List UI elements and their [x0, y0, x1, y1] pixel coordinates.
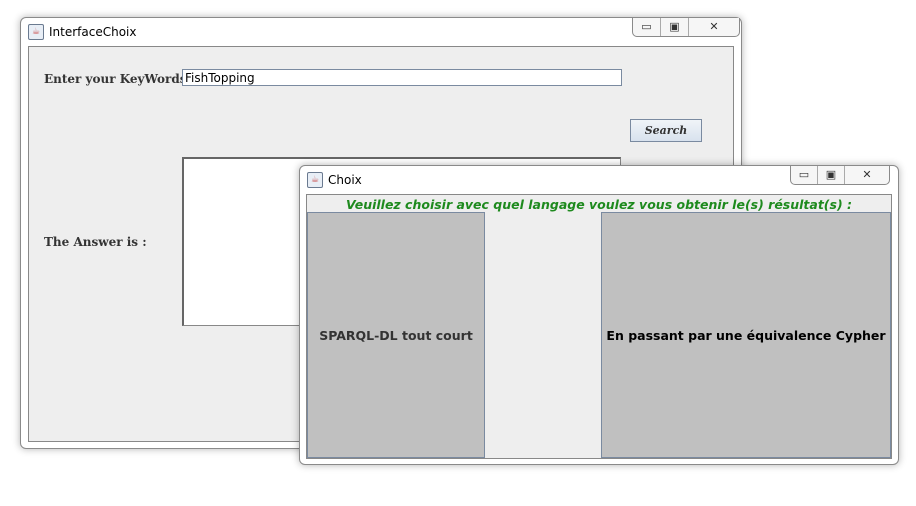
keywords-input[interactable] [182, 69, 622, 86]
sparql-dl-button[interactable]: SPARQL-DL tout court [307, 212, 485, 458]
cypher-button[interactable]: En passant par une équivalence Cypher [601, 212, 891, 458]
window-title: InterfaceChoix [49, 25, 137, 39]
choice-panel: Veuillez choisir avec quel langage voule… [306, 194, 892, 459]
minimize-button[interactable]: ▭ [633, 18, 661, 36]
window-title: Choix [328, 173, 362, 187]
choix-window: ☕ Choix ▭ ▣ ✕ Veuillez choisir avec quel… [299, 165, 899, 465]
minimize-button[interactable]: ▭ [791, 166, 818, 184]
close-button[interactable]: ✕ [845, 166, 889, 184]
keywords-label: Enter your KeyWords : [44, 72, 196, 86]
java-icon: ☕ [307, 172, 323, 188]
maximize-button[interactable]: ▣ [818, 166, 845, 184]
search-button[interactable]: Search [630, 119, 702, 142]
title-bar[interactable]: ☕ InterfaceChoix ▭ ▣ ✕ [21, 18, 741, 44]
close-button[interactable]: ✕ [689, 18, 739, 36]
choice-prompt: Veuillez choisir avec quel langage voule… [345, 197, 853, 212]
maximize-button[interactable]: ▣ [661, 18, 689, 36]
title-bar[interactable]: ☕ Choix ▭ ▣ ✕ [300, 166, 898, 192]
java-icon: ☕ [28, 24, 44, 40]
answer-label: The Answer is : [44, 235, 147, 249]
